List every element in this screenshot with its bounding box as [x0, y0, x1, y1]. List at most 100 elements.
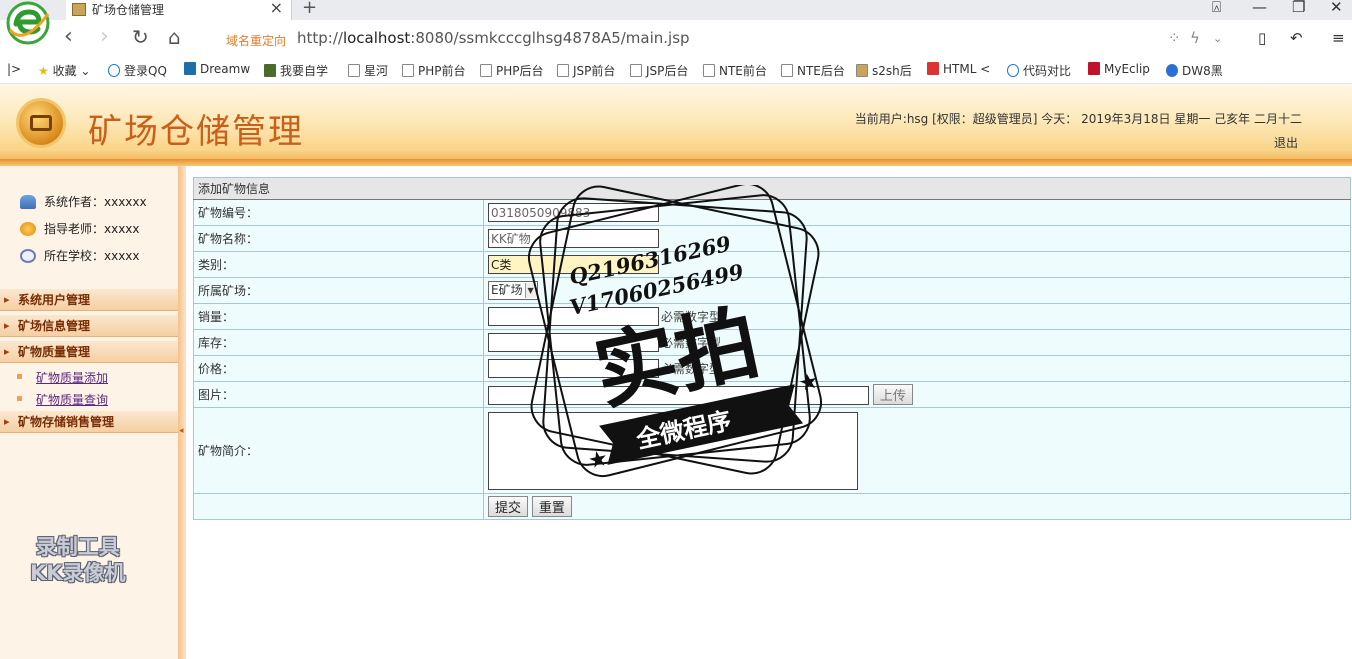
new-tab-button[interactable]: + — [302, 0, 317, 18]
page-icon — [348, 64, 360, 77]
image-path-input[interactable] — [488, 386, 869, 406]
teacher-info: 指导老师：xxxxx — [20, 220, 140, 237]
teacher-icon — [20, 222, 36, 236]
myeclipse-icon — [1088, 62, 1100, 75]
stock-input[interactable] — [488, 333, 659, 352]
lightning-icon[interactable]: ϟ — [1190, 29, 1200, 47]
form-caption: 添加矿物信息 — [193, 177, 1351, 200]
undo-icon[interactable]: ↶ — [1290, 29, 1303, 47]
menu-mine-info[interactable]: 矿场信息管理 — [0, 315, 178, 337]
code-input[interactable] — [488, 203, 659, 222]
address-bar: ‹ › ↻ ⌂ 域名重定向 http://localhost:8080/ssmk… — [0, 20, 1352, 56]
refresh-icon[interactable]: ↻ — [132, 25, 149, 49]
redirect-label: 域名重定向 — [226, 34, 287, 48]
tab-favicon-icon — [72, 3, 86, 16]
minimize-icon[interactable]: — — [1252, 0, 1267, 16]
sidebar-collapse-handle[interactable]: ◂ — [178, 166, 186, 659]
price-input[interactable] — [488, 359, 659, 378]
page-icon — [402, 64, 414, 77]
reset-button[interactable]: 重置 — [531, 496, 572, 517]
clock-icon — [20, 249, 36, 263]
bookmarks-toggle-icon[interactable]: |> — [7, 62, 21, 76]
empty-cell — [193, 493, 484, 520]
restore-icon[interactable]: ❐ — [1292, 0, 1305, 16]
author-info: 系统作者：xxxxxx — [20, 193, 147, 210]
mine-label: 所属矿场： — [193, 277, 484, 304]
bookmark-item[interactable]: JSP前台 — [557, 62, 615, 79]
page-icon — [781, 64, 793, 77]
chevron-down-icon[interactable]: ⌄ — [1213, 32, 1222, 45]
bookmark-item[interactable]: JSP后台 — [630, 62, 688, 79]
back-icon[interactable]: ‹ — [64, 25, 73, 49]
collapse-arrow-icon: ◂ — [179, 426, 184, 436]
home-icon[interactable]: ⌂ — [168, 25, 181, 49]
forward-icon[interactable]: › — [100, 25, 109, 49]
sales-hint: 必需数字型 — [661, 309, 722, 324]
globe-icon — [108, 64, 120, 77]
shirt-icon[interactable]: ⍓ — [1212, 0, 1221, 16]
bookmark-item[interactable]: 登录QQ — [108, 62, 167, 79]
window-close-icon[interactable]: ✕ — [1330, 0, 1343, 16]
intro-textarea[interactable] — [488, 411, 858, 490]
bookmark-item[interactable]: ★ 收藏 ⌄ — [38, 62, 90, 79]
intro-label: 矿物简介： — [193, 407, 484, 494]
bookmark-page-icon[interactable]: ▯ — [1258, 29, 1266, 47]
bookmark-item[interactable]: s2sh后 — [856, 62, 912, 79]
tab-close-icon[interactable]: × — [270, 0, 283, 17]
leaf-icon — [264, 64, 276, 77]
school-info: 所在学校：xxxxx — [20, 247, 140, 264]
bookmark-item[interactable]: PHP后台 — [480, 62, 544, 79]
user-info: 当前用户:hsg [权限：超级管理员] 今天： 2019年3月18日 星期一 己… — [854, 112, 1302, 126]
name-input[interactable] — [488, 229, 659, 248]
grid-icon[interactable]: ⁘ — [1168, 29, 1181, 47]
page-icon — [703, 64, 715, 77]
price-label: 价格： — [193, 355, 484, 382]
recorder-watermark: 录制工具 KK录像机 — [30, 535, 126, 585]
dreamweaver-icon — [184, 62, 196, 75]
sales-label: 销量： — [193, 303, 484, 330]
menu-system-users[interactable]: 系统用户管理 — [0, 289, 178, 311]
image-label: 图片： — [193, 381, 484, 408]
add-mineral-form: 添加矿物信息 矿物编号： 矿物名称： 类别： 所属矿场： E矿场▼ 销量： 必需… — [193, 177, 1351, 520]
app-title: 矿场仓储管理 — [88, 112, 304, 152]
category-input[interactable] — [488, 255, 659, 274]
bookmark-item[interactable]: 星河 — [348, 62, 388, 79]
category-label: 类别： — [193, 251, 484, 278]
bookmark-item[interactable]: HTML < — [927, 62, 990, 76]
menu-mineral-quality[interactable]: 矿物质量管理 — [0, 341, 178, 363]
page-icon — [630, 64, 642, 77]
upload-button[interactable]: 上传 — [872, 383, 913, 405]
compare-icon — [1007, 64, 1019, 77]
app-header: 矿场仓储管理 当前用户:hsg [权限：超级管理员] 今天： 2019年3月18… — [0, 84, 1352, 166]
page-icon — [480, 64, 492, 77]
stock-label: 库存： — [193, 329, 484, 356]
url-field[interactable]: http://localhost:8080/ssmkcccglhsg4878A5… — [297, 29, 690, 47]
menu-sub-quality-query[interactable]: 矿物质量查询 — [16, 391, 108, 408]
menu-icon[interactable]: ≡ — [1332, 29, 1345, 47]
bookmark-item[interactable]: MyEclip — [1088, 62, 1150, 76]
browser-logo-icon — [6, 1, 50, 45]
users-icon — [20, 195, 36, 209]
sales-input[interactable] — [488, 307, 659, 326]
bookmark-item[interactable]: DW8黑 — [1166, 62, 1223, 79]
bookmark-item[interactable]: PHP前台 — [402, 62, 466, 79]
submit-button[interactable]: 提交 — [488, 496, 529, 517]
name-label: 矿物名称： — [193, 225, 484, 252]
tab-title: 矿场仓储管理 — [92, 3, 165, 17]
bookmark-item[interactable]: NTE前台 — [703, 62, 767, 79]
logout-link[interactable]: 退出 — [1274, 134, 1298, 151]
bookmark-item[interactable]: 我要自学 — [264, 62, 328, 79]
dropdown-arrow-icon: ▼ — [524, 283, 536, 298]
mine-select[interactable]: E矿场 ▼ — [488, 281, 538, 300]
bookmark-item[interactable]: 代码对比 — [1007, 62, 1071, 79]
menu-sub-quality-add[interactable]: 矿物质量添加 — [16, 369, 108, 386]
code-label: 矿物编号： — [193, 199, 484, 226]
bookmark-item[interactable]: Dreamw — [184, 62, 250, 76]
bookmarks-bar: |> ★ 收藏 ⌄ 登录QQ Dreamw 我要自学 星河 PHP前台 PHP后… — [0, 56, 1352, 84]
image-icon — [856, 64, 868, 77]
sidebar: 系统作者：xxxxxx 指导老师：xxxxx 所在学校：xxxxx 系统用户管理… — [0, 166, 178, 659]
menu-storage-sales[interactable]: 矿物存储销售管理 — [0, 411, 178, 433]
browser-tab[interactable]: 矿场仓储管理 × — [66, 0, 292, 20]
bookmark-item[interactable]: NTE后台 — [781, 62, 845, 79]
price-hint: 必需数字型 — [661, 361, 722, 376]
